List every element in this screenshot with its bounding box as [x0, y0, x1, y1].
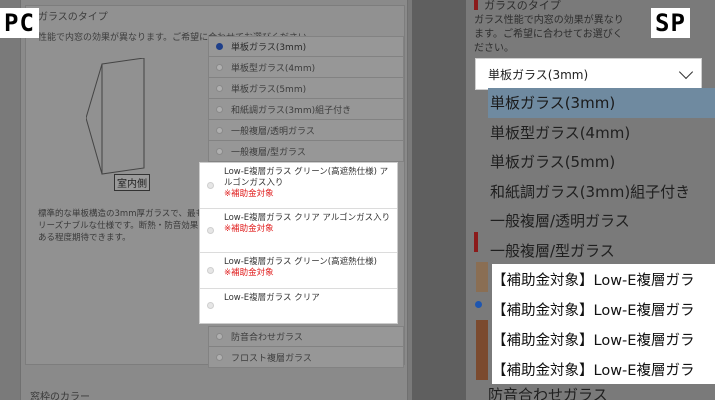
illustration-caption: 室内側 [114, 174, 150, 191]
option-label: 一般複層/型ガラス [231, 147, 306, 158]
subsidy-dropdown-option[interactable]: 【補助金対象】Low-E複層ガラ [492, 294, 715, 324]
glass-option[interactable]: 単板型ガラス(4mm) [208, 57, 404, 78]
dropdown-option[interactable]: 単板型ガラス(4mm) [488, 118, 715, 148]
pc-section-title: ガラスのタイプ [38, 12, 108, 23]
radio-icon[interactable] [216, 333, 223, 340]
radio-icon[interactable] [207, 266, 214, 274]
subsidy-dropdown-option[interactable]: 【補助金対象】Low-E複層ガラ [492, 324, 715, 354]
glass-option[interactable]: 和紙調ガラス(3mm)組子付き [208, 99, 404, 120]
radio-icon[interactable] [216, 353, 223, 361]
subsidy-dropdown-option[interactable]: 【補助金対象】Low-E複層ガラ [492, 354, 715, 384]
pc-label: PC [0, 8, 39, 38]
radio-selected-icon[interactable] [216, 43, 223, 50]
radio-icon[interactable] [216, 63, 223, 71]
option-label: 単板ガラス(3mm) [231, 43, 307, 53]
option-label: 和紙調ガラス(3mm)組子付き [231, 105, 352, 116]
radio-icon[interactable] [216, 84, 223, 92]
glass-option[interactable]: 一般複層/型ガラス [208, 141, 404, 162]
chevron-down-icon [678, 64, 694, 80]
dropdown-option[interactable]: 和紙調ガラス(3mm)組子付き [488, 177, 715, 207]
radio-icon[interactable] [216, 105, 223, 113]
color-swatch [476, 320, 488, 380]
radio-icon[interactable] [207, 302, 214, 309]
radio-selected-icon [475, 301, 482, 308]
radio-icon[interactable] [207, 226, 214, 234]
pc-subsidy-options: Low-E複層ガラス グリーン(高遮熱仕様) アルゴンガス入り ※補助金対象 L… [199, 162, 398, 324]
dropdown-option[interactable]: 防音合わせガラス [488, 384, 608, 400]
dropdown-option[interactable]: 一般複層/透明ガラス [488, 206, 715, 236]
option-label: Low-E複層ガラス クリア アルゴンガス入り [224, 213, 391, 223]
pc-note: 標準的な単板構造の3mm厚ガラスで、最もリーズナブルな仕様です。断熱・防音効果も… [38, 209, 207, 243]
sp-sidebar [412, 0, 466, 400]
color-swatch [476, 262, 488, 292]
subsidy-option[interactable]: Low-E複層ガラス クリア アルゴンガス入り ※補助金対象 [200, 209, 397, 253]
glass-pane-illustration [86, 58, 145, 175]
option-label: フロスト複層ガラス [231, 353, 312, 364]
glass-option[interactable]: 単板ガラス(5mm) [208, 78, 404, 99]
option-label: Low-E複層ガラス クリア [224, 293, 320, 303]
sp-dropdown-list: 単板ガラス(3mm) 単板型ガラス(4mm) 単板ガラス(5mm) 和紙調ガラス… [488, 88, 715, 265]
select-value: 単板ガラス(3mm) [488, 67, 589, 82]
section-marker [474, 0, 478, 10]
dropdown-option[interactable]: 一般複層/型ガラス [488, 236, 715, 266]
subsidy-option[interactable]: Low-E複層ガラス グリーン(高遮熱仕様) アルゴンガス入り ※補助金対象 [200, 163, 397, 209]
subsidy-note: ※補助金対象 [224, 189, 274, 199]
subsidy-note: ※補助金対象 [224, 268, 274, 278]
radio-icon[interactable] [216, 147, 223, 155]
sp-subsidy-options: 【補助金対象】Low-E複層ガラ 【補助金対象】Low-E複層ガラ 【補助金対象… [492, 264, 715, 384]
glass-type-select[interactable]: 単板ガラス(3mm) [475, 58, 702, 90]
option-label: 防音合わせガラス [231, 333, 303, 343]
glass-option[interactable]: 単板ガラス(3mm) [208, 36, 404, 57]
radio-icon[interactable] [216, 126, 223, 134]
section-marker [474, 232, 478, 252]
radio-icon[interactable] [207, 181, 214, 189]
sp-section-title: ガラスのタイプ [484, 0, 561, 12]
option-label: 単板ガラス(5mm) [231, 84, 307, 95]
glass-option[interactable]: 一般複層/透明ガラス [208, 120, 404, 141]
glass-option[interactable]: 防音合わせガラス [208, 326, 404, 347]
sp-label: SP [651, 8, 690, 38]
option-label: Low-E複層ガラス グリーン(高遮熱仕様) アルゴンガス入り [224, 167, 389, 188]
dropdown-option[interactable]: 単板ガラス(5mm) [488, 147, 715, 177]
frame-color-title: 窓枠のカラー [30, 392, 90, 400]
subsidy-dropdown-option[interactable]: 【補助金対象】Low-E複層ガラ [492, 264, 715, 294]
option-label: 一般複層/透明ガラス [231, 126, 315, 137]
sp-description: ガラス性能で内窓の効果が異なります。ご希望に合わせてお選びください。 [474, 15, 624, 54]
dropdown-option[interactable]: 単板ガラス(3mm) [488, 88, 715, 118]
subsidy-option[interactable]: Low-E複層ガラス クリア [200, 289, 397, 323]
option-label: Low-E複層ガラス グリーン(高遮熱仕様) [224, 257, 377, 267]
subsidy-option[interactable]: Low-E複層ガラス グリーン(高遮熱仕様) ※補助金対象 [200, 253, 397, 289]
subsidy-note: ※補助金対象 [224, 224, 274, 234]
glass-option[interactable]: フロスト複層ガラス [208, 347, 404, 368]
option-label: 単板型ガラス(4mm) [231, 63, 316, 74]
